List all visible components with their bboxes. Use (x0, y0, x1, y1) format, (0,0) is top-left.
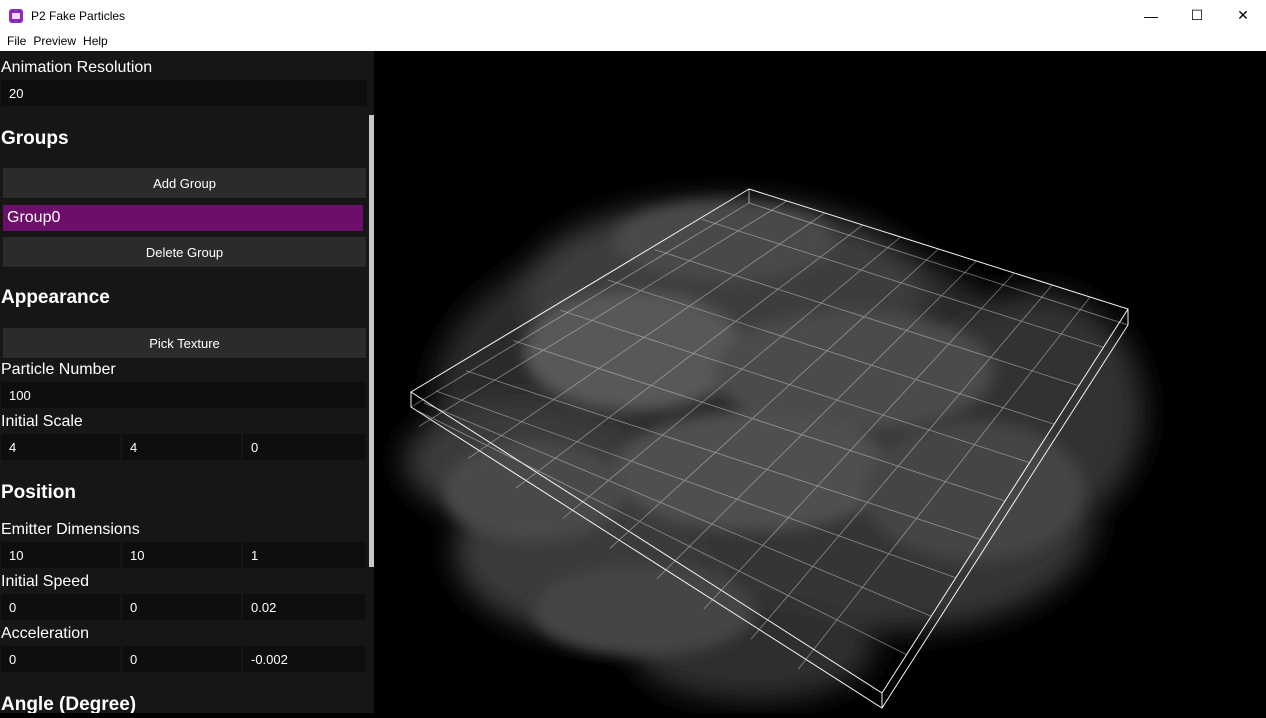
emitter-dimensions-z-input[interactable]: 1 (243, 542, 365, 568)
window-title: P2 Fake Particles (31, 8, 126, 23)
preview-viewport[interactable] (374, 51, 1266, 713)
minimize-button[interactable]: — (1128, 0, 1174, 31)
group-list-item[interactable]: Group0 (3, 205, 363, 231)
menu-help[interactable]: Help (82, 34, 114, 48)
pick-texture-button[interactable]: Pick Texture (3, 328, 366, 359)
initial-scale-y-input[interactable]: 4 (122, 434, 241, 460)
groups-heading: Groups (1, 128, 69, 149)
initial-speed-y-input[interactable]: 0 (122, 594, 241, 620)
acceleration-z-input[interactable]: -0.002 (243, 646, 365, 672)
menu-file[interactable]: File (0, 34, 32, 48)
initial-scale-label: Initial Scale (1, 413, 83, 430)
close-button[interactable]: ✕ (1220, 0, 1266, 31)
window-controls: — ☐ ✕ (1128, 0, 1266, 31)
properties-panel[interactable]: Animation Resolution 20 Groups Add Group… (0, 51, 374, 713)
acceleration-label: Acceleration (1, 625, 90, 642)
title-bar: P2 Fake Particles — ☐ ✕ (0, 0, 1266, 31)
menu-bar: File Preview Help (0, 31, 1266, 51)
appearance-heading: Appearance (1, 287, 110, 308)
maximize-button[interactable]: ☐ (1174, 0, 1220, 31)
position-heading: Position (1, 482, 76, 503)
menu-preview[interactable]: Preview (32, 34, 82, 48)
acceleration-x-input[interactable]: 0 (1, 646, 120, 672)
angle-heading: Angle (Degree) (1, 694, 137, 713)
initial-scale-x-input[interactable]: 4 (1, 434, 120, 460)
initial-speed-z-input[interactable]: 0.02 (243, 594, 365, 620)
particle-preview-canvas (404, 188, 1144, 709)
initial-speed-x-input[interactable]: 0 (1, 594, 120, 620)
acceleration-y-input[interactable]: 0 (122, 646, 241, 672)
initial-scale-z-input[interactable]: 0 (243, 434, 365, 460)
emitter-dimensions-x-input[interactable]: 10 (1, 542, 120, 568)
delete-group-button[interactable]: Delete Group (3, 237, 366, 268)
animation-resolution-input[interactable]: 20 (1, 80, 367, 106)
particle-number-input[interactable]: 100 (1, 382, 365, 408)
particle-number-label: Particle Number (1, 361, 116, 378)
initial-speed-label: Initial Speed (1, 573, 90, 590)
emitter-dimensions-label: Emitter Dimensions (1, 521, 140, 538)
animation-resolution-label: Animation Resolution (1, 59, 153, 76)
emitter-dimensions-y-input[interactable]: 10 (122, 542, 241, 568)
add-group-button[interactable]: Add Group (3, 168, 366, 199)
app-icon (9, 8, 23, 23)
